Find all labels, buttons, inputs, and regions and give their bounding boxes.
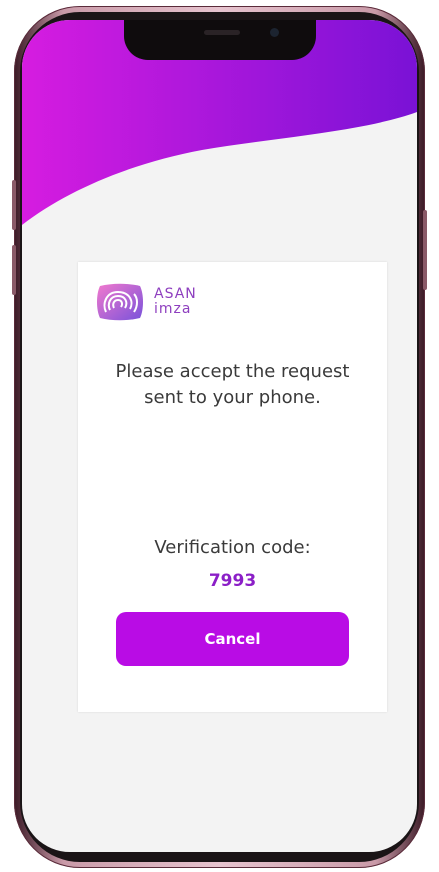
verification-code: 7993 [208,571,257,591]
volume-button [12,180,16,230]
verification-label: Verification code: [154,537,311,558]
camera-icon [270,28,279,37]
logo-wordmark: ASAN imza [154,287,197,317]
power-button [423,210,427,290]
signin-dialog: ASAN imza Please accept the request sent… [78,262,387,712]
phone-notch [124,20,316,60]
fingerprint-logo-icon [97,283,143,321]
speaker-icon [204,30,240,35]
volume-button [12,245,16,295]
phone-screen: ASAN imza Please accept the request sent… [22,20,417,852]
request-message: Please accept the request sent to your p… [115,361,350,408]
stage: ASAN imza Please accept the request sent… [0,0,439,872]
logo-line-1: ASAN [154,286,197,302]
asan-imza-logo: ASAN imza [94,282,197,322]
cancel-button[interactable]: Cancel [116,612,349,666]
logo-line-2: imza [154,301,192,317]
